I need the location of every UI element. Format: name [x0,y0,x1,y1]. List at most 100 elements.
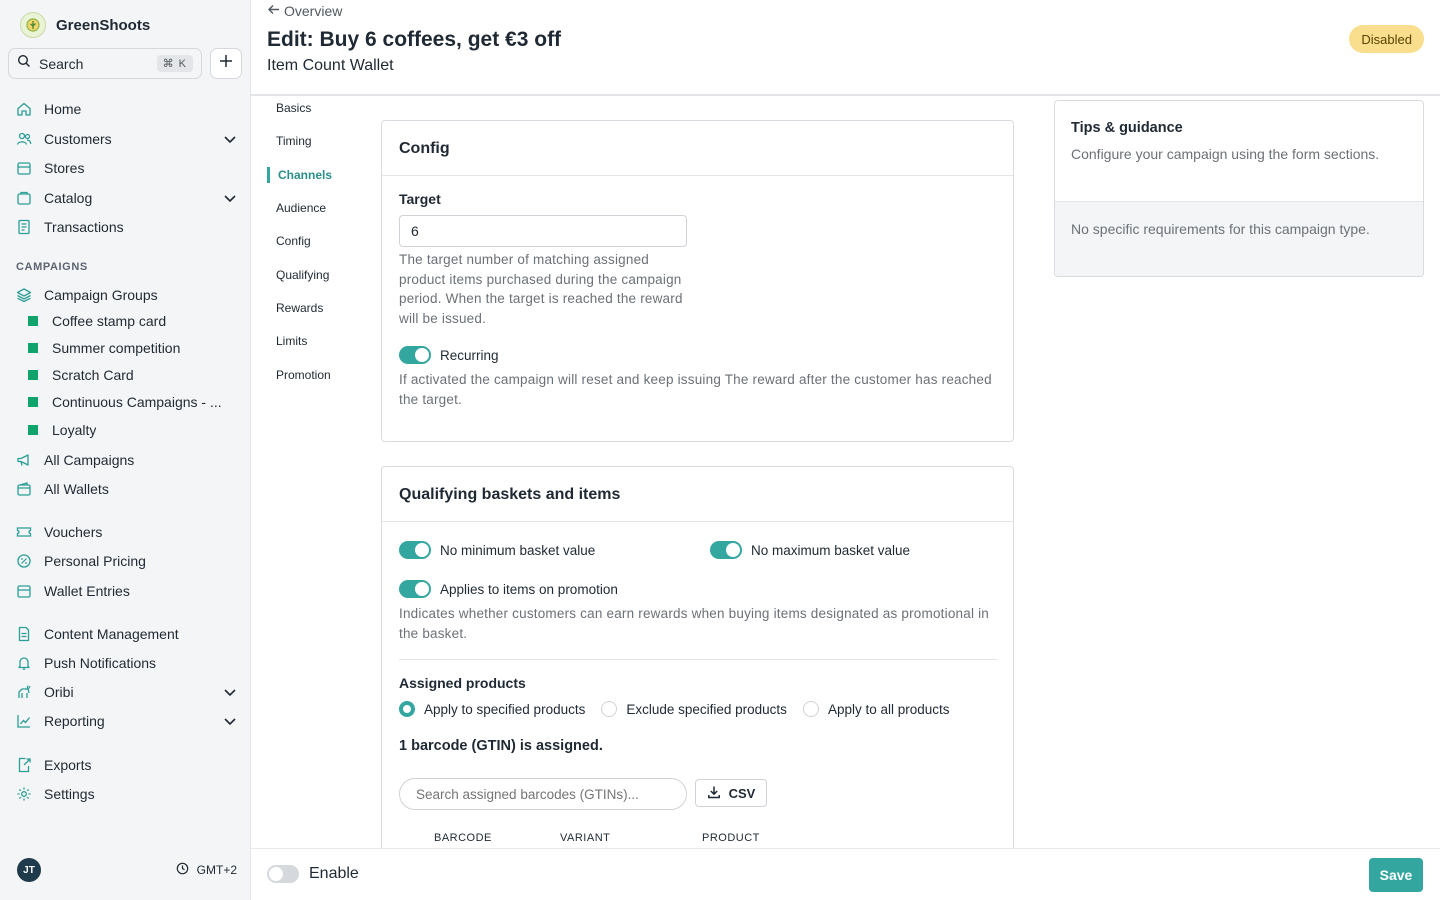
radio-indicator [399,701,415,717]
nav-reporting[interactable]: Reporting [16,709,242,733]
barcode-search-input[interactable] [399,778,687,810]
back-label: Overview [284,3,343,19]
radio-apply-specified[interactable]: Apply to specified products [399,701,585,717]
status-badge: Disabled [1349,25,1424,53]
brand[interactable]: GreenShoots [20,12,150,38]
group-marker [28,370,38,380]
nav-personal-pricing[interactable]: Personal Pricing [16,549,242,573]
recurring-row: Recurring [399,346,499,364]
ticket-icon [16,524,32,540]
tips-header: Tips & guidance Configure your campaign … [1055,101,1423,202]
timezone-label: GMT+2 [196,863,237,877]
layers-icon [16,287,32,303]
nav-campaign-groups[interactable]: Campaign Groups [16,283,242,307]
nav-stores[interactable]: Stores [16,156,242,180]
app-name: GreenShoots [56,16,151,34]
group-marker [28,343,38,353]
no-max-row: No maximum basket value [710,541,910,559]
nav-transactions[interactable]: Transactions [16,215,242,239]
nav-content-management[interactable]: Content Management [16,622,242,646]
radio-indicator [601,701,618,717]
section-nav-limits[interactable]: Limits [276,334,307,348]
section-nav-active-indicator [267,167,270,183]
campaign-group-item[interactable]: Scratch Card [28,364,233,386]
config-heading: Config [382,121,1013,176]
percent-badge-icon [16,553,32,569]
nav-push-notifications[interactable]: Push Notifications [16,651,242,675]
nav-home[interactable]: Home [16,97,242,121]
section-nav-audience[interactable]: Audience [276,201,326,215]
no-max-toggle[interactable] [710,541,742,559]
chart-line-icon [16,713,32,729]
section-nav-config[interactable]: Config [276,234,311,248]
chevron-down-icon[interactable] [222,684,238,700]
group-marker [28,425,38,435]
nav-vouchers[interactable]: Vouchers [16,520,242,544]
no-min-toggle[interactable] [399,541,431,559]
target-help: The target number of matching assigned p… [399,252,683,326]
nav-oribi[interactable]: Oribi [16,680,242,704]
nav-all-wallets[interactable]: All Wallets [16,477,242,501]
chevron-down-icon[interactable] [222,713,238,729]
campaigns-section-label: CAMPAIGNS [16,261,88,273]
bell-icon [16,655,32,671]
search-box[interactable]: Search ⌘ K [8,48,202,79]
section-nav-timing[interactable]: Timing [276,134,312,148]
target-input[interactable] [399,215,687,247]
group-marker [28,397,38,407]
document-icon [16,626,32,642]
recurring-help: If activated the campaign will reset and… [399,372,992,407]
section-nav-promotion[interactable]: Promotion [276,368,331,382]
section-nav-basics[interactable]: Basics [276,101,311,115]
nav-settings[interactable]: Settings [16,782,242,806]
plus-icon [219,54,233,73]
campaign-group-item[interactable]: Summer competition [28,337,233,359]
gear-icon [16,786,32,802]
user-bar: JT GMT+2 [17,858,237,882]
campaign-group-item[interactable]: Coffee stamp card [28,310,233,332]
recurring-label: Recurring [440,347,499,363]
recurring-toggle[interactable] [399,346,431,364]
promo-row: Applies to items on promotion [399,580,618,598]
divider [399,659,997,660]
chevron-down-icon[interactable] [222,190,238,206]
radio-exclude-specified[interactable]: Exclude specified products [601,701,787,717]
search-label: Search [39,55,84,72]
campaign-group-item[interactable]: Continuous Campaigns - ... [28,391,233,413]
csv-download-button[interactable]: CSV [695,779,767,807]
clock-icon [176,862,189,878]
avatar[interactable]: JT [17,858,41,882]
column-header-product[interactable]: PRODUCT [702,832,760,844]
no-max-label: No maximum basket value [751,542,911,558]
qualifying-card: Qualifying baskets and items No minimum … [381,466,1014,866]
enable-toggle[interactable] [267,865,299,883]
search-icon [17,54,31,73]
nav-catalog[interactable]: Catalog [16,186,242,210]
chevron-down-icon[interactable] [222,131,238,147]
back-link[interactable]: Overview [267,3,342,19]
page-subtitle: Item Count Wallet [267,57,394,74]
nav-customers[interactable]: Customers [16,127,242,151]
store-icon [16,160,32,176]
section-nav-rewards[interactable]: Rewards [276,301,323,315]
radio-indicator [802,701,819,717]
tips-note: No specific requirements for this campai… [1055,202,1423,276]
assigned-products-label: Assigned products [399,675,526,691]
timezone[interactable]: GMT+2 [176,862,237,878]
column-header-variant[interactable]: VARIANT [560,832,610,844]
nav-exports[interactable]: Exports [16,753,242,777]
section-nav-qualifying[interactable]: Qualifying [276,268,329,282]
nav-all-campaigns[interactable]: All Campaigns [16,448,242,472]
column-header-barcode[interactable]: BARCODE [434,832,492,844]
wallet-icon [16,481,32,497]
promo-toggle[interactable] [399,580,431,598]
save-button[interactable]: Save [1369,858,1423,892]
section-nav-channels[interactable]: Channels [278,168,332,182]
promo-help: Indicates whether customers can earn rew… [399,606,990,641]
export-icon [16,757,32,773]
radio-apply-all[interactable]: Apply to all products [802,701,950,717]
megaphone-icon [16,452,32,468]
create-button[interactable] [210,48,242,79]
campaign-group-item[interactable]: Loyalty [28,419,233,441]
nav-wallet-entries[interactable]: Wallet Entries [16,579,242,603]
